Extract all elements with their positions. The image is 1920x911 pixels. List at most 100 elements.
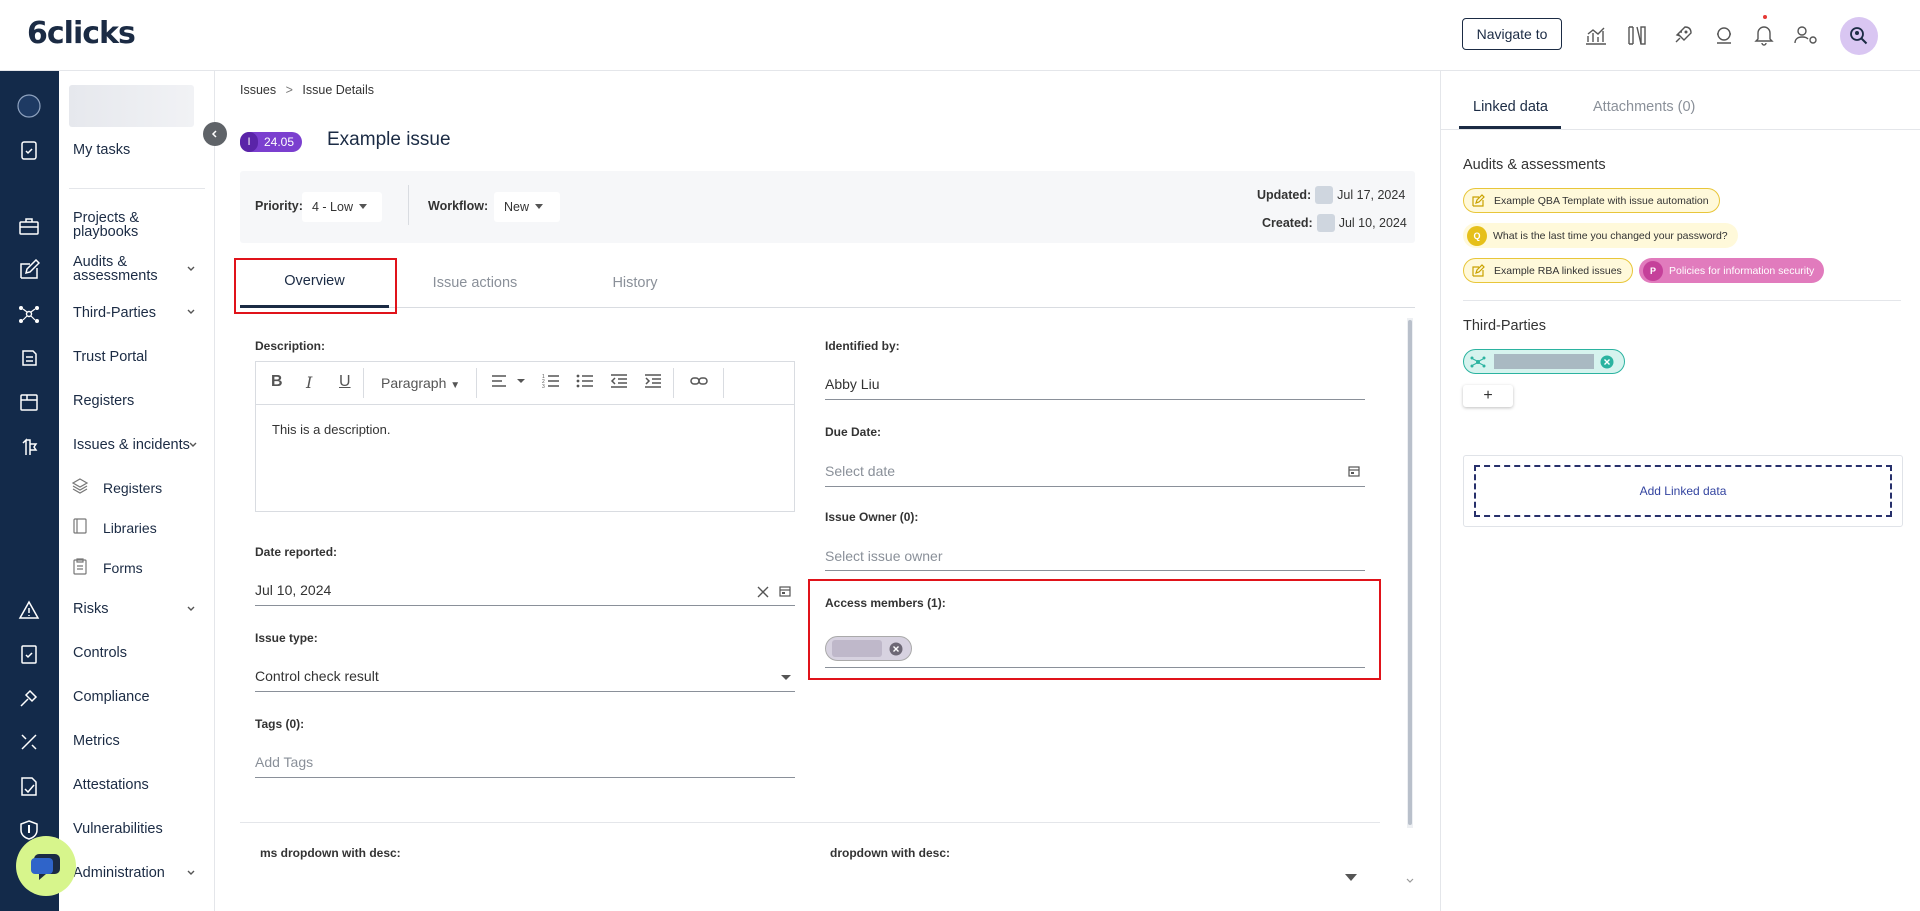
add-linked-data-button[interactable]: Add Linked data [1474,465,1892,517]
outdent-icon[interactable] [610,373,628,394]
nav-vulnerabilities[interactable]: Vulnerabilities [73,822,163,837]
briefcase-icon[interactable] [16,213,42,239]
nav-issues-incidents[interactable]: Issues & incidents [73,438,190,453]
nav-third-parties[interactable]: Third-Parties [73,306,156,321]
remove-icon[interactable] [1600,355,1614,369]
bullet-list-icon[interactable] [576,373,594,394]
audit-pill-label: Example RBA linked issues [1494,264,1622,277]
nav-controls[interactable]: Controls [73,646,127,661]
risks-icon[interactable] [16,597,42,623]
link-icon[interactable] [690,373,708,394]
tasks-icon[interactable] [16,137,42,163]
nav-metrics[interactable]: Metrics [73,734,120,749]
due-date-input[interactable]: Select date [825,463,895,479]
field-underline [255,691,795,692]
navigate-to-button[interactable]: Navigate to [1462,18,1562,50]
identified-by-label: Identified by: [825,339,900,353]
description-text[interactable]: This is a description. [272,422,391,437]
calendar-icon[interactable] [1348,465,1360,477]
workflow-select[interactable]: New [494,192,560,222]
tab-issue-actions[interactable]: Issue actions [400,257,550,308]
collapse-sidebar-button[interactable] [203,122,227,146]
linked-policy-pill[interactable]: P Policies for information security [1639,258,1825,283]
date-reported-input[interactable]: Jul 10, 2024 [255,582,331,598]
avatar [1315,186,1334,204]
issues-icon[interactable] [16,433,42,459]
caret-down-icon[interactable] [781,675,791,681]
description-editor[interactable]: B I U Paragraph ▼ 123 This is a descript… [255,361,795,512]
linked-question-pill[interactable]: Q What is the last time you changed your… [1463,223,1738,248]
edit-icon[interactable] [16,257,42,283]
nav-projects-playbooks[interactable]: Projects & playbooks [73,211,163,240]
issue-meta-bar: Priority: 4 - Low Workflow: New Updated:… [240,171,1415,243]
add-third-party-button[interactable]: + [1463,385,1513,407]
caret-down-icon [535,204,544,209]
user-settings-icon[interactable] [1793,22,1819,48]
tab-linked-data[interactable]: Linked data [1473,99,1548,115]
workspace-icon[interactable] [16,93,42,119]
issue-type-select[interactable]: Control check result [255,668,379,684]
toolbar-separator [673,368,674,398]
align-icon[interactable] [491,373,529,394]
trust-portal-icon[interactable] [16,345,42,371]
numbered-list-icon[interactable]: 123 [542,373,560,394]
attestations-icon[interactable] [16,773,42,799]
scrollbar-thumb[interactable] [1408,320,1412,825]
support-icon[interactable] [1711,22,1737,48]
chevron-down-icon[interactable] [186,264,196,274]
scroll-down-icon[interactable] [1406,878,1414,884]
nav-trust-portal[interactable]: Trust Portal [73,350,147,365]
audit-pill-label: Example QBA Template with issue automati… [1494,194,1709,207]
nav-my-tasks[interactable]: My tasks [73,143,130,158]
updated-date: Jul 17, 2024 [1337,188,1406,202]
tab-attachments[interactable]: Attachments (0) [1593,99,1695,115]
paragraph-select[interactable]: Paragraph ▼ [381,375,460,391]
chevron-down-icon[interactable] [186,868,196,878]
library-icon[interactable] [1624,22,1650,48]
nav-risks[interactable]: Risks [73,602,108,617]
identified-by-input[interactable]: Abby Liu [825,376,879,392]
compliance-icon[interactable] [16,685,42,711]
third-party-chip[interactable] [1463,349,1625,374]
right-panel: Linked data Attachments (0) Audits & ass… [1440,71,1920,911]
priority-select[interactable]: 4 - Low [302,192,382,222]
nav-administration[interactable]: Administration [73,866,165,881]
page-title[interactable]: Example issue [327,129,451,151]
nav-compliance[interactable]: Compliance [73,690,150,705]
chevron-down-icon[interactable] [186,307,196,317]
nav-sub-libraries[interactable]: Libraries [103,520,157,536]
issue-owner-input[interactable]: Select issue owner [825,548,943,564]
clear-icon[interactable] [757,586,769,598]
breadcrumb-issues-link[interactable]: Issues [240,83,276,97]
tab-history[interactable]: History [570,257,700,308]
nav-attestations[interactable]: Attestations [73,778,149,793]
nav-audits-assessments[interactable]: Audits & assessments [73,255,173,284]
registers-icon[interactable] [16,389,42,415]
nav-sub-forms[interactable]: Forms [103,560,143,576]
app-logo[interactable]: 6clicks [27,16,136,51]
caret-down-icon[interactable] [1345,874,1357,882]
editor-toolbar: B I U Paragraph ▼ 123 [256,362,794,405]
user-avatar[interactable] [1840,17,1878,55]
highlight-overview-tab [234,258,397,314]
rocket-icon[interactable] [1670,22,1696,48]
nav-registers[interactable]: Registers [73,394,134,409]
linked-audit-pill[interactable]: Example QBA Template with issue automati… [1463,188,1720,213]
linked-audit-pill[interactable]: Example RBA linked issues [1463,258,1633,283]
breadcrumb-current: Issue Details [302,83,374,97]
bell-icon[interactable] [1751,22,1777,48]
dashboard-chart-icon[interactable] [1583,22,1609,48]
network-icon[interactable] [16,301,42,327]
chevron-down-icon[interactable] [186,604,196,614]
indent-icon[interactable] [644,373,662,394]
bold-button[interactable]: B [271,373,283,391]
calendar-icon[interactable] [779,585,791,597]
chevron-down-icon[interactable] [188,440,198,450]
metrics-icon[interactable] [16,729,42,755]
nav-sub-registers[interactable]: Registers [103,480,162,496]
tags-input[interactable]: Add Tags [255,754,313,770]
italic-button[interactable]: I [306,373,312,392]
underline-button[interactable]: U [339,373,351,391]
controls-icon[interactable] [16,641,42,667]
chat-support-button[interactable] [16,836,76,896]
